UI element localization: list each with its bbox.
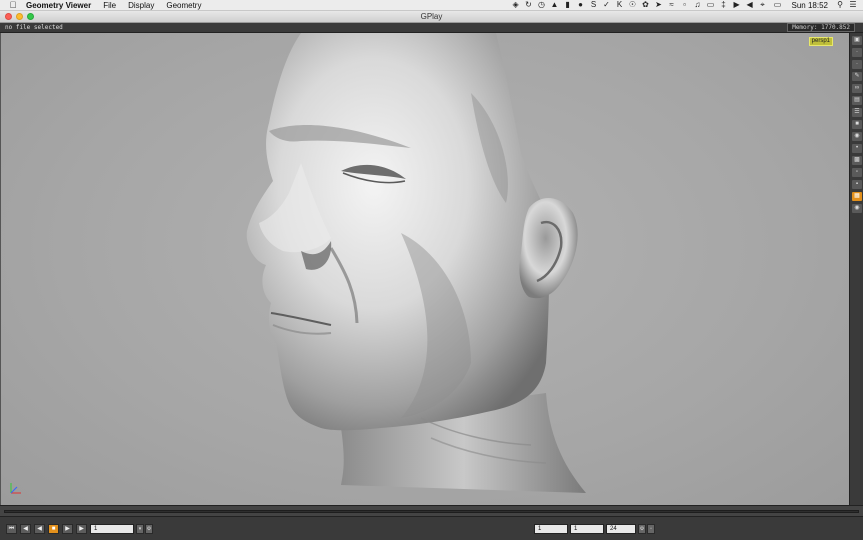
- frame-settings-icon[interactable]: ⚙: [145, 524, 153, 534]
- window-title: GPlay: [420, 12, 443, 21]
- head-mesh[interactable]: [1, 33, 849, 505]
- dot-icon[interactable]: ·: [852, 60, 862, 69]
- display-icon[interactable]: ▤: [852, 96, 862, 105]
- menu-bar:  Geometry Viewer File Display Geometry …: [0, 0, 863, 11]
- geometry-viewport[interactable]: persp1: [0, 33, 849, 505]
- first-frame-icon[interactable]: ⏮: [6, 524, 17, 534]
- rocket-icon[interactable]: ➤: [655, 1, 663, 9]
- apple-logo-icon[interactable]: : [6, 0, 20, 10]
- last-frame-icon[interactable]: ▶: [76, 524, 87, 534]
- menu-file[interactable]: File: [97, 1, 122, 10]
- range-options-icon[interactable]: ⚙: [638, 524, 646, 534]
- paw-icon[interactable]: ✿: [642, 1, 650, 9]
- link-icon[interactable]: ∞: [852, 84, 862, 93]
- play-icon[interactable]: ▶: [733, 1, 741, 9]
- status-message: no file selected: [5, 24, 63, 31]
- pen-icon[interactable]: ✎: [852, 72, 862, 81]
- dot-icon[interactable]: ·: [852, 48, 862, 57]
- drive-icon[interactable]: ▲: [551, 1, 559, 9]
- bolt-icon[interactable]: ✓: [603, 1, 611, 9]
- wave-icon[interactable]: ≈: [668, 1, 676, 9]
- brush-icon[interactable]: •: [852, 144, 862, 153]
- range-end-field-a[interactable]: 1: [570, 524, 604, 534]
- frame-options-icon[interactable]: ▾: [136, 524, 144, 534]
- status-bar: no file selected Memory: 1770.852: [0, 23, 863, 33]
- layers-icon[interactable]: ☰: [852, 108, 862, 117]
- window-titlebar: GPlay: [0, 11, 863, 23]
- sync-icon[interactable]: ↻: [525, 1, 533, 9]
- timeline-strip[interactable]: [0, 505, 863, 517]
- range-start-field[interactable]: 1: [534, 524, 568, 534]
- memory-readout: Memory: 1770.852: [787, 23, 855, 32]
- list-icon[interactable]: ☰: [849, 1, 857, 9]
- sphere-icon[interactable]: ◉: [852, 132, 862, 141]
- step-back-icon[interactable]: ◀: [34, 524, 45, 534]
- note-icon[interactable]: ♫: [694, 1, 702, 9]
- wifi-icon[interactable]: ⌖: [759, 1, 767, 9]
- stop-play-icon[interactable]: ■: [48, 524, 59, 534]
- playback-bar: ⏮ ◀ ◀ ■ ▶ ▶ 1 ▾ ⚙ 1 1 24 ⚙ ▫: [0, 517, 863, 540]
- grid-icon[interactable]: ▦: [852, 192, 862, 201]
- evernote-icon[interactable]: ●: [577, 1, 585, 9]
- clock-icon[interactable]: ◷: [538, 1, 546, 9]
- clock-text[interactable]: Sun 18:52: [789, 1, 831, 10]
- skype-icon[interactable]: S: [590, 1, 598, 9]
- print-icon[interactable]: ▩: [852, 156, 862, 165]
- prev-key-icon[interactable]: ◀: [20, 524, 31, 534]
- step-forward-icon[interactable]: ▶: [62, 524, 73, 534]
- current-frame-field[interactable]: 1: [90, 524, 134, 534]
- menu-display[interactable]: Display: [122, 1, 160, 10]
- dropbox-icon[interactable]: ◈: [512, 1, 520, 9]
- airplay-icon[interactable]: ▭: [707, 1, 715, 9]
- clip-icon[interactable]: ▫: [681, 1, 689, 9]
- lock-icon[interactable]: ■: [852, 120, 862, 129]
- status-tray: ◈ ↻ ◷ ▲ ▮ ● S ✓ K ☉ ✿ ➤ ≈ ▫ ♫ ▭ ‡ ▶ ◀ ⌖ …: [512, 1, 863, 10]
- camera-selector[interactable]: persp1: [808, 37, 833, 46]
- camera-icon[interactable]: ◉: [852, 204, 862, 213]
- kiwi-icon[interactable]: K: [616, 1, 624, 9]
- menu-geometry[interactable]: Geometry: [160, 1, 207, 10]
- range-settings-icon[interactable]: ▫: [647, 524, 655, 534]
- bookmark-icon[interactable]: ▮: [564, 1, 572, 9]
- bluetooth-icon[interactable]: ‡: [720, 1, 728, 9]
- volume-icon[interactable]: ◀: [746, 1, 754, 9]
- chat-icon[interactable]: ▫: [852, 168, 862, 177]
- search-icon[interactable]: ⚲: [836, 1, 844, 9]
- menu-geometry-viewer[interactable]: Geometry Viewer: [20, 1, 97, 10]
- save-icon[interactable]: ▪: [852, 180, 862, 189]
- axis-gizmo-icon: [10, 483, 21, 494]
- alarm-icon[interactable]: ☉: [629, 1, 637, 9]
- timeline-track[interactable]: [4, 510, 859, 513]
- battery-icon[interactable]: ▭: [772, 1, 784, 9]
- range-end-field-b[interactable]: 24: [606, 524, 636, 534]
- viewport-icon[interactable]: ▣: [852, 36, 862, 45]
- right-toolbar: ▣ · · ✎ ∞ ▤ ☰ ■ ◉ • ▩ ▫ ▪ ▦ ◉: [849, 33, 863, 505]
